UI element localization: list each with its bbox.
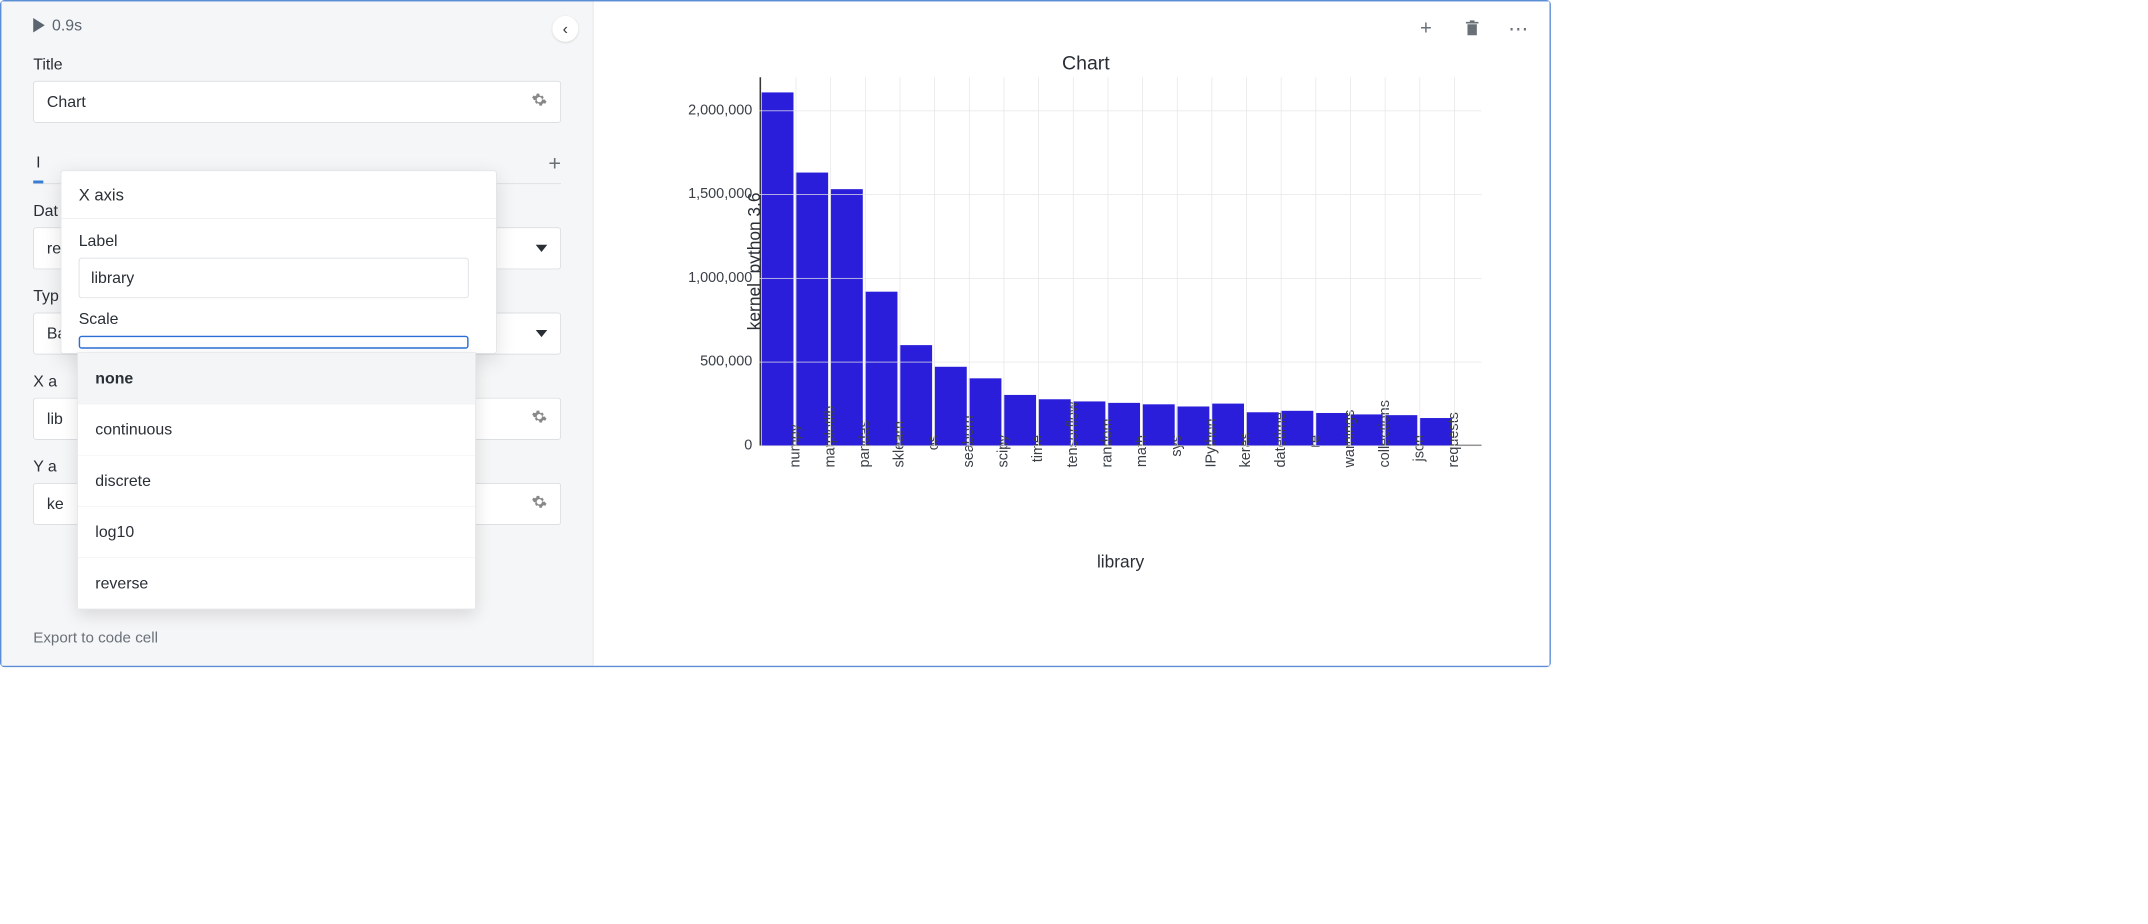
scale-option-none[interactable]: none (78, 353, 475, 404)
notebook-cell: 0.9s ‹ Title Chart I + Dat re Typ Ba X a (0, 0, 1551, 667)
scale-option-continuous[interactable]: continuous (78, 404, 475, 455)
chevron-left-icon: ‹ (563, 19, 568, 38)
gridline-h (760, 445, 1482, 446)
chart: Chart kernel_python 3.6 numpymatplotlibp… (601, 9, 1542, 659)
gridline-v (969, 77, 970, 445)
gridline-v (1315, 77, 1316, 445)
config-panel: 0.9s ‹ Title Chart I + Dat re Typ Ba X a (1, 1, 593, 665)
chart-panel: + ⋯ Chart kernel_python 3.6 numpymatplot… (593, 1, 1549, 665)
gridline-v (1108, 77, 1109, 445)
run-status: 0.9s (33, 16, 561, 35)
gear-icon[interactable] (531, 92, 547, 112)
scale-dropdown: none continuous discrete log10 reverse (77, 352, 476, 609)
ytick-label: 1,000,000 (688, 270, 752, 287)
scale-option-discrete[interactable]: discrete (78, 456, 475, 507)
gridline-v (796, 77, 797, 445)
gridline-v (1419, 77, 1420, 445)
x-axis-label: library (1097, 552, 1144, 572)
label-value: library (91, 269, 134, 288)
gridline-v (1454, 77, 1455, 445)
gridline-v (830, 77, 831, 445)
ytick-label: 1,500,000 (688, 186, 752, 203)
title-label: Title (33, 55, 561, 74)
gridline-v (865, 77, 866, 445)
plot-area: kernel_python 3.6 numpymatplotlibpandass… (760, 77, 1482, 445)
label-field-label: Label (79, 232, 479, 251)
gridline-v (1142, 77, 1143, 445)
ytick-label: 0 (744, 437, 752, 454)
gridline-v (934, 77, 935, 445)
ytick-label: 2,000,000 (688, 102, 752, 119)
exec-time: 0.9s (52, 16, 82, 35)
dataset-value: re (47, 239, 61, 258)
gridline-v (1385, 77, 1386, 445)
bar (761, 92, 793, 445)
gridline-v (1212, 77, 1213, 445)
gridline-h (760, 278, 1482, 279)
export-link[interactable]: Export to code cell (33, 630, 158, 647)
gridline-v (1246, 77, 1247, 445)
gridline-v (1350, 77, 1351, 445)
popover-title: X axis (61, 171, 496, 219)
scale-option-log10[interactable]: log10 (78, 507, 475, 558)
scale-option-reverse[interactable]: reverse (78, 558, 475, 609)
gridline-v (1038, 77, 1039, 445)
scale-select[interactable] (79, 336, 469, 349)
collapse-button[interactable]: ‹ (552, 16, 578, 42)
bar (796, 173, 828, 446)
tab-item[interactable]: I (33, 144, 43, 183)
xtick-row: numpymatplotlibpandassklearnosseabornsci… (760, 445, 1482, 462)
gridline-v (761, 77, 762, 445)
gridline-v (1281, 77, 1282, 445)
chevron-down-icon (536, 245, 548, 252)
title-input[interactable]: Chart (33, 81, 561, 123)
xaxis-value: lib (47, 409, 63, 428)
gridline-v (1073, 77, 1074, 445)
label-input[interactable]: library (79, 258, 469, 298)
gridline-v (1177, 77, 1178, 445)
gridline-h (760, 111, 1482, 112)
xaxis-config-popover: X axis Label library Scale (61, 170, 497, 353)
add-tab-button[interactable]: + (548, 152, 561, 177)
title-value: Chart (47, 92, 86, 111)
gear-icon[interactable] (531, 409, 547, 429)
ytick-label: 500,000 (700, 353, 752, 370)
gear-icon[interactable] (531, 494, 547, 514)
gridline-v (1004, 77, 1005, 445)
gridline-h (760, 194, 1482, 195)
gridline-v (900, 77, 901, 445)
bar-container (760, 77, 1482, 445)
scale-field-label: Scale (79, 310, 479, 329)
chart-title: Chart (673, 52, 1499, 74)
run-icon[interactable] (33, 18, 45, 32)
chevron-down-icon (536, 330, 548, 337)
yaxis-value: ke (47, 495, 64, 514)
gridline-h (760, 362, 1482, 363)
